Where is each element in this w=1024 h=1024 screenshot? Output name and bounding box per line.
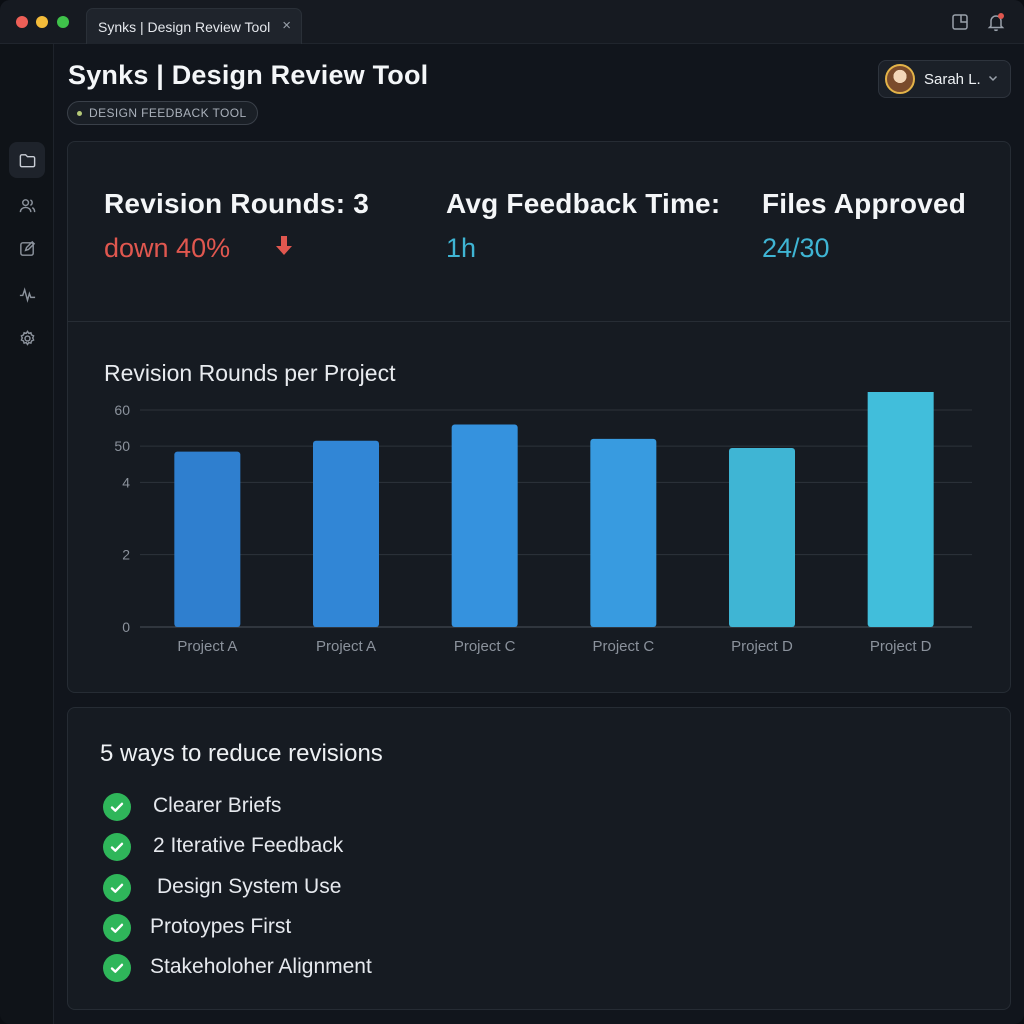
- bar-chart: 0 2 4 50 60 Project A Project A Project C Projec…: [114, 392, 972, 655]
- tab-close-icon[interactable]: ×: [282, 17, 291, 34]
- y-tick-label: 50: [114, 438, 130, 454]
- check-circle-icon: [103, 954, 131, 982]
- folder-icon: [19, 153, 35, 167]
- tip-label: Design System Use: [157, 875, 342, 898]
- x-tick-label: Project C: [592, 638, 654, 655]
- chart-bar[interactable]: [451, 424, 518, 627]
- sidebar-item-settings[interactable]: [9, 320, 45, 356]
- x-tick-label: Project C: [454, 638, 516, 655]
- user-name: Sarah L.: [924, 70, 981, 88]
- x-tick-label: Project D: [731, 638, 793, 655]
- sidebar: [0, 44, 54, 1024]
- browser-tab[interactable]: Synks | Design Review Tool ×: [86, 8, 302, 44]
- y-tick-label: 0: [122, 619, 130, 635]
- tip-item: Design System Use: [103, 874, 341, 902]
- check-circle-icon: [103, 793, 131, 821]
- check-circle-icon: [103, 833, 131, 861]
- tip-label: 2 Iterative Feedback: [153, 834, 344, 857]
- avatar: [885, 64, 915, 94]
- maximize-window-button[interactable]: [57, 16, 69, 28]
- app-window: Synks | Design Review Tool × Synks | Des…: [0, 0, 1024, 1024]
- badge-dot-icon: [77, 110, 82, 116]
- chart-bar[interactable]: [867, 392, 934, 627]
- sidebar-item-team[interactable]: [9, 187, 45, 223]
- stat-revision-rounds-label: Revision Rounds: 3: [104, 188, 369, 219]
- stat-files-approved-label: Files Approved: [762, 188, 967, 219]
- x-tick-label: Project D: [870, 638, 932, 655]
- badge-label: DESIGN FEEDBACK TOOL: [89, 106, 247, 120]
- x-tick-label: Project A: [177, 638, 237, 655]
- gear-icon: [20, 329, 34, 346]
- y-tick-label: 4: [122, 474, 130, 490]
- metrics-card: Revision Rounds: 3 down 40% Avg Feedback…: [67, 141, 1011, 693]
- sidebar-item-edit[interactable]: [9, 230, 45, 266]
- chart-title: Revision Rounds per Project: [104, 360, 396, 386]
- tip-label: Protoypes First: [150, 915, 292, 938]
- tab-title: Synks | Design Review Tool: [98, 18, 271, 35]
- user-menu-button[interactable]: Sarah L.: [878, 60, 1011, 98]
- sidebar-item-files[interactable]: [9, 142, 45, 178]
- chart-bar[interactable]: [590, 438, 657, 627]
- stat-files-approved-value: 24/30: [762, 233, 830, 263]
- title-bar: Synks | Design Review Tool ×: [0, 0, 1024, 44]
- tip-label: Clearer Briefs: [153, 794, 282, 817]
- tips-title: 5 ways to reduce revisions: [100, 740, 383, 767]
- chart-bar[interactable]: [313, 440, 379, 627]
- tip-item: Clearer Briefs: [103, 793, 281, 821]
- activity-icon: [19, 286, 35, 303]
- tips-card: 5 ways to reduce revisions Clearer Brief…: [67, 707, 1011, 1010]
- chart-bar[interactable]: [174, 451, 241, 627]
- check-circle-icon: [103, 914, 131, 942]
- y-tick-label: 60: [114, 402, 130, 418]
- stat-revision-rounds-value: down 40%: [104, 233, 231, 263]
- page-badge: DESIGN FEEDBACK TOOL: [67, 101, 258, 125]
- stat-feedback-time-label: Avg Feedback Time:: [446, 188, 721, 219]
- tip-label: Stakeholoher Alignment: [150, 955, 372, 978]
- sidebar-item-activity[interactable]: [9, 276, 45, 312]
- y-tick-label: 2: [122, 547, 130, 563]
- tip-item: 2 Iterative Feedback: [103, 833, 343, 861]
- tip-item: Protoypes First: [103, 914, 291, 942]
- x-tick-label: Project A: [316, 638, 376, 655]
- stat-feedback-time-value: 1h: [446, 233, 477, 263]
- panel-icon[interactable]: [950, 12, 970, 32]
- check-circle-icon: [103, 874, 131, 902]
- arrow-down-icon: [276, 236, 292, 255]
- tip-item: Stakeholoher Alignment: [103, 954, 372, 982]
- edit-icon: [19, 240, 35, 256]
- close-window-button[interactable]: [16, 16, 28, 28]
- chevron-down-icon: [988, 75, 998, 82]
- users-icon: [19, 198, 35, 212]
- notification-bell-icon[interactable]: [986, 12, 1006, 32]
- chart-bar[interactable]: [729, 447, 795, 627]
- minimize-window-button[interactable]: [36, 16, 48, 28]
- page-title: Synks | Design Review Tool: [68, 60, 429, 90]
- card-divider: [68, 321, 1010, 322]
